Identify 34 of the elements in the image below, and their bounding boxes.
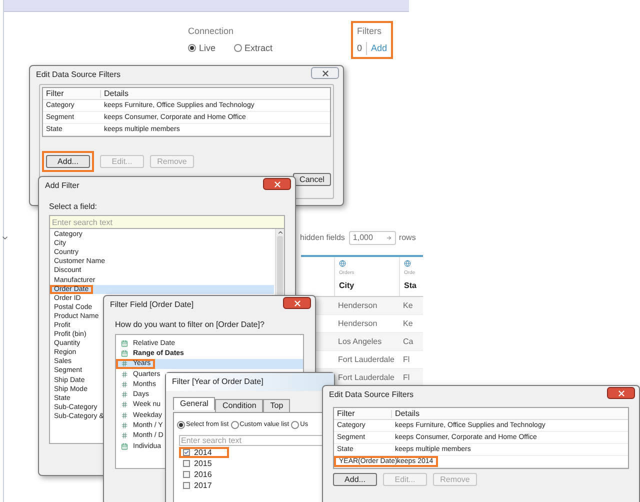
- table-cell-text: Henderson: [337, 300, 378, 312]
- table-cell-text: Ke: [402, 318, 413, 330]
- table-cell-text: Ca: [402, 336, 414, 348]
- rows-label: rows: [398, 232, 416, 244]
- window-title: Filter Field [Order Date]: [110, 301, 194, 309]
- table-cell-text: Los Angeles: [337, 336, 383, 348]
- value-label: 2014: [194, 448, 212, 456]
- table-cell-text: Fl: [402, 372, 410, 384]
- table-cell-text: Fort Lauderdale: [337, 354, 396, 366]
- column-header: Filter: [43, 90, 101, 98]
- window-title: Edit Data Source Filters: [329, 391, 414, 399]
- field-prompt: Select a field:: [49, 203, 98, 211]
- value-label: 2015: [194, 460, 212, 468]
- column-name: City: [339, 280, 356, 292]
- value-label: 2016: [194, 470, 212, 478]
- table-cell-text: Henderson: [337, 318, 378, 330]
- filters-label: Filters: [357, 25, 382, 38]
- table-cell-text: Fl: [402, 354, 410, 366]
- connection-label: Connection: [188, 25, 235, 38]
- radio-label: Extract: [244, 42, 273, 54]
- radio-label: Live: [199, 42, 216, 54]
- table-cell-text: Ke: [402, 300, 413, 312]
- window-title: Filter [Year of Order Date]: [172, 378, 264, 386]
- column-header: Details: [394, 410, 420, 418]
- column-name: Sta: [404, 280, 418, 292]
- hidden-fields-label: hidden fields: [300, 232, 345, 244]
- value-label: 2017: [194, 482, 212, 490]
- column-header: Filter: [334, 410, 392, 418]
- window-title: Edit Data Source Filters: [36, 71, 120, 79]
- filter-question: How do you want to filter on [Order Date]?: [115, 321, 266, 329]
- filter-count: 0: [357, 42, 368, 55]
- column-header: Details: [103, 90, 130, 98]
- table-cell-text: Fort Lauderdale: [337, 372, 396, 384]
- window-title: Add Filter: [45, 182, 80, 190]
